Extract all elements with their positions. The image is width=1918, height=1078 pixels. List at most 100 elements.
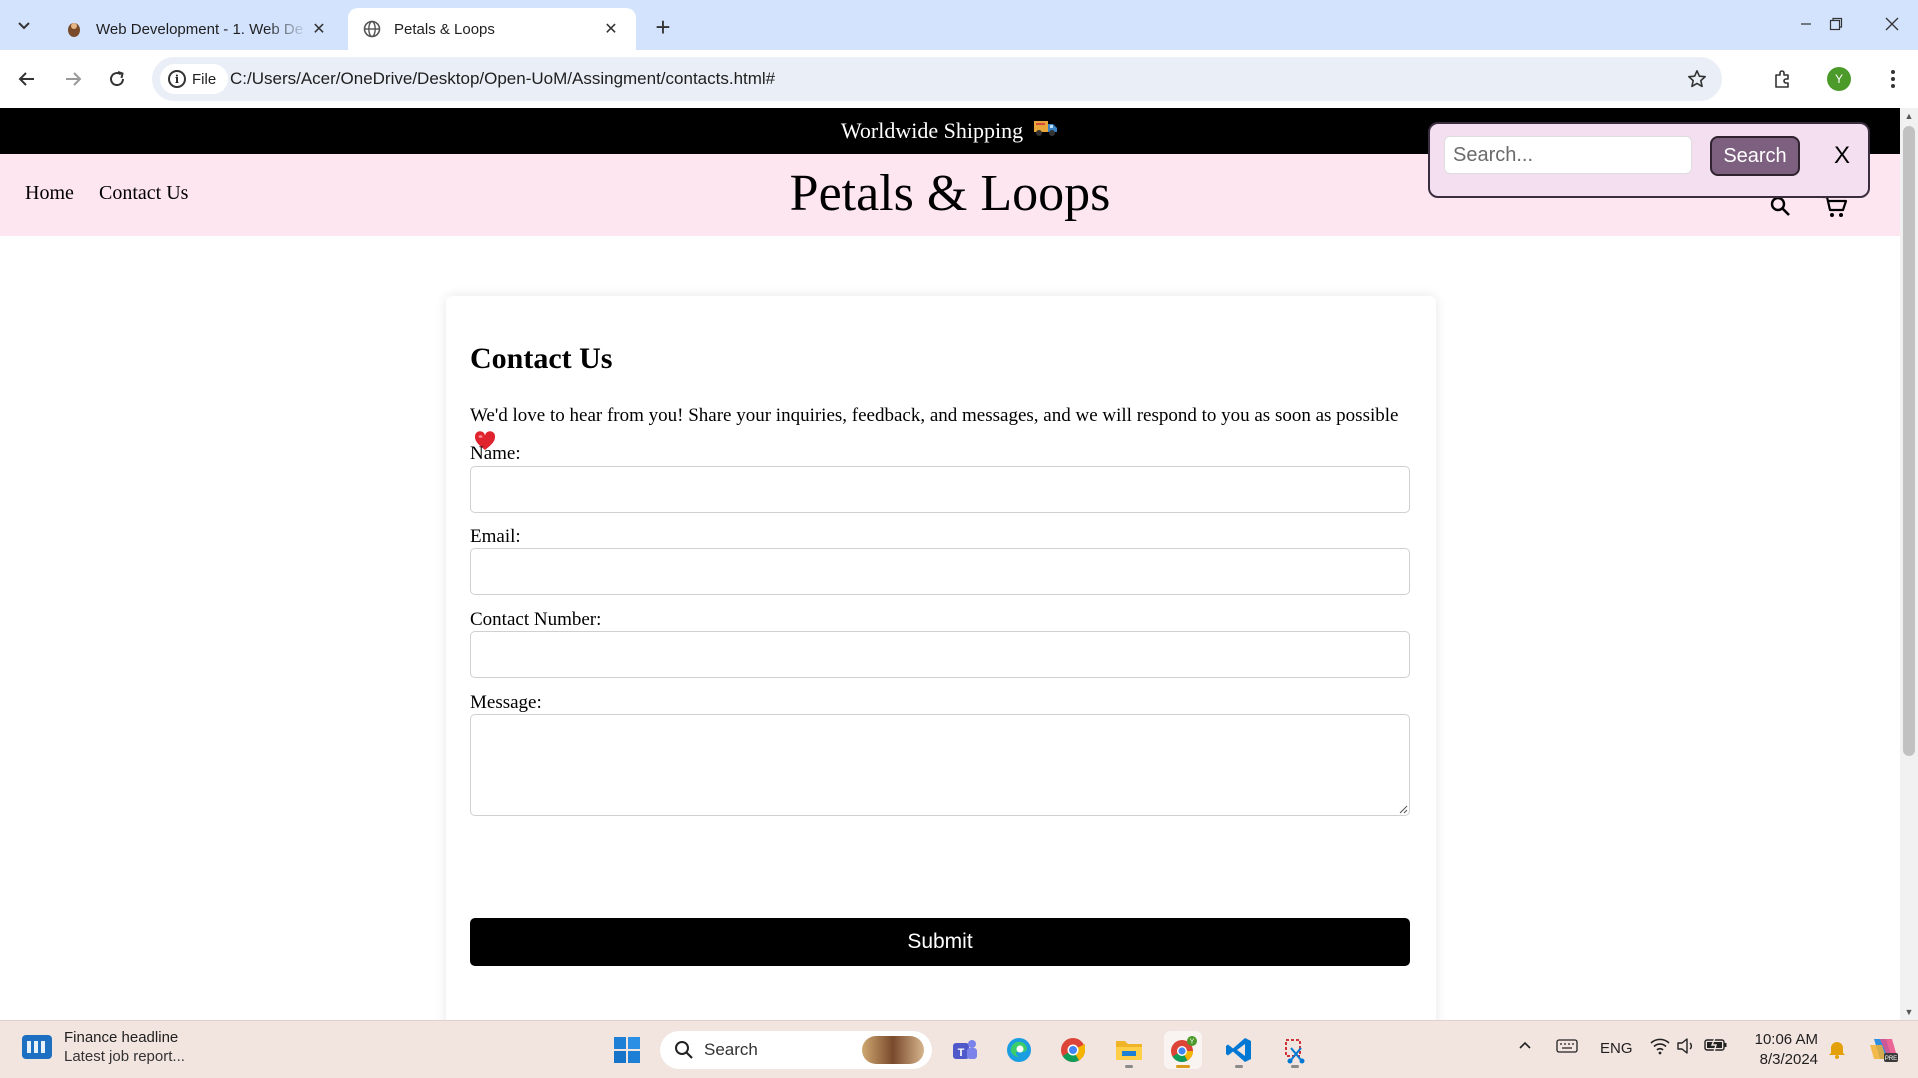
site-info-chip[interactable]: i File [160,64,229,94]
close-tab-icon[interactable]: ✕ [600,18,622,40]
reload-button[interactable] [100,62,134,96]
restore-window-button[interactable] [1812,8,1860,40]
chrome-app-button[interactable] [1054,1031,1092,1069]
battery-icon[interactable] [1704,1037,1728,1057]
taskbar-search-box[interactable]: Search [660,1031,932,1069]
folder-icon [1116,1041,1142,1060]
star-icon [1688,70,1706,88]
close-icon [1885,17,1899,31]
windows-logo-icon [614,1037,640,1063]
vscode-icon [1226,1038,1251,1062]
contact-number-field[interactable] [470,631,1410,678]
chevron-down-icon [18,22,30,30]
minimize-icon [1801,23,1811,25]
start-button[interactable] [608,1031,646,1069]
file-explorer-app-button[interactable] [1110,1031,1148,1069]
name-field[interactable] [470,466,1410,513]
bookmark-star-button[interactable] [1684,66,1710,92]
notification-bell-icon[interactable] [1828,1039,1846,1063]
puzzle-piece-icon [1775,70,1789,88]
browser-tab-petals-loops[interactable]: Petals & Loops ✕ [348,8,636,50]
page-viewport: Worldwide Shipping Home Contact Us Petal… [0,108,1900,1020]
running-indicator [1291,1065,1299,1068]
keyboard-icon[interactable] [1556,1039,1578,1057]
search-icon[interactable] [1768,194,1798,224]
contact-heading: Contact Us [470,342,613,375]
close-tab-icon[interactable]: ✕ [308,18,330,40]
tab-search-button[interactable] [8,10,40,42]
teams-app-button[interactable]: T [946,1031,984,1069]
news-widget[interactable]: Finance headline Latest job report... [22,1029,185,1065]
resize-handle-icon[interactable] [1398,804,1408,814]
profile-button[interactable]: Y [1822,62,1856,96]
address-bar[interactable]: i File C:/Users/Acer/OneDrive/Desktop/Op… [152,57,1722,101]
browser-tab-web-development[interactable]: Web Development - 1. Web De ✕ [50,8,344,50]
edge-icon [1007,1038,1031,1062]
browser-tab-strip: Web Development - 1. Web De ✕ Petals & L… [0,0,1918,50]
vscode-app-button[interactable] [1220,1031,1258,1069]
more-vertical-icon [1891,70,1895,88]
forward-button[interactable] [56,62,90,96]
system-clock[interactable]: 10:06 AM 8/3/2024 [1752,1030,1818,1070]
show-hidden-icons-button[interactable] [1518,1037,1532,1054]
news-widget-icon [22,1035,52,1059]
shipping-banner-text: Worldwide Shipping [840,118,1024,143]
new-tab-button[interactable]: + [648,12,678,42]
chrome-icon: Y [1171,1036,1197,1062]
avatar: Y [1827,67,1851,91]
page-scrollbar[interactable]: ▲ ▼ [1900,108,1918,1020]
news-headline: Finance headline [64,1029,179,1046]
scroll-down-arrow-icon[interactable]: ▼ [1900,1004,1918,1020]
snipping-tool-app-button[interactable] [1276,1031,1314,1069]
search-submit-button[interactable]: Search [1710,136,1800,176]
search-input[interactable] [1444,136,1692,174]
edge-app-button[interactable] [1000,1031,1038,1069]
reload-icon [110,71,125,87]
chevron-up-icon [1519,1041,1531,1049]
running-indicator [1125,1065,1133,1068]
arrow-right-icon [66,72,82,86]
restore-icon [1829,17,1843,31]
language-indicator[interactable]: ENG [1600,1040,1633,1057]
news-subtitle: Latest job report... [64,1048,185,1065]
wifi-icon[interactable] [1650,1037,1670,1059]
name-label: Name: [470,443,521,464]
clock-date: 8/3/2024 [1759,1051,1818,1068]
clock-time: 10:06 AM [1754,1031,1818,1048]
browser-toolbar: i File C:/Users/Acer/OneDrive/Desktop/Op… [0,50,1918,108]
browser-menu-button[interactable] [1876,62,1910,96]
back-button[interactable] [10,62,44,96]
email-label: Email: [470,526,521,547]
search-popup: Search X [1428,122,1870,198]
contact-intro: We'd love to hear from you! Share your i… [470,402,1400,456]
submit-button[interactable]: Submit [470,918,1410,966]
message-label: Message: [470,692,542,713]
message-field[interactable] [470,714,1410,816]
teams-icon: T [953,1040,977,1059]
windows-taskbar: Finance headline Latest job report... Se… [0,1020,1918,1078]
chrome-profile-app-button[interactable]: Y [1164,1031,1202,1069]
svg-text:T: T [958,1047,965,1059]
search-icon [675,1041,693,1059]
tab-title: Petals & Loops [394,20,495,38]
search-highlight-image [862,1036,924,1064]
info-icon: i [168,70,186,88]
running-indicator [1235,1065,1243,1068]
email-field[interactable] [470,548,1410,595]
extensions-button[interactable] [1766,62,1800,96]
cart-icon[interactable] [1822,194,1852,224]
copilot-icon[interactable]: PRE [1868,1035,1898,1067]
scrollbar-thumb[interactable] [1903,126,1915,756]
url-text[interactable]: C:/Users/Acer/OneDrive/Desktop/Open-UoM/… [230,69,775,89]
scroll-up-arrow-icon[interactable]: ▲ [1900,108,1918,124]
close-window-button[interactable] [1868,8,1916,40]
volume-icon[interactable] [1676,1037,1696,1059]
moodle-icon [64,19,84,39]
delivery-truck-icon [1033,118,1059,144]
contact-number-label: Contact Number: [470,609,602,630]
snipping-tool-icon [1285,1039,1305,1064]
tab-title: Web Development - 1. Web De [96,20,304,38]
contact-form-card: Contact Us We'd love to hear from you! S… [446,296,1436,1020]
taskbar-search-label: Search [704,1040,758,1059]
search-close-button[interactable]: X [1824,138,1860,174]
